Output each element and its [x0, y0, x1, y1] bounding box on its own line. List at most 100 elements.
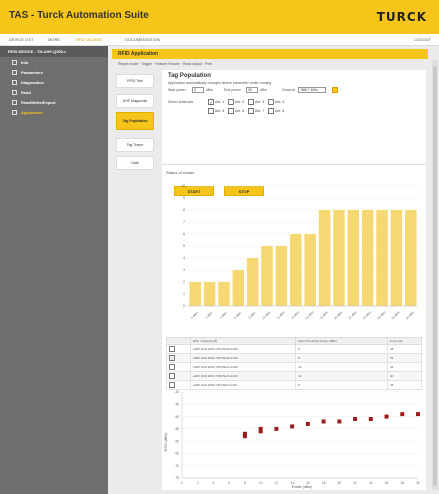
bar: [304, 234, 316, 306]
y-tick-label: 3: [183, 268, 185, 272]
antenna-6-checkbox[interactable]: [228, 108, 234, 114]
count-cell: 48: [386, 344, 423, 354]
antenna-3-label: Ant. 3: [255, 100, 265, 104]
bar: [318, 210, 331, 306]
data-point: [274, 426, 279, 431]
antenna-5-label: Ant. 5: [215, 109, 225, 113]
antenna-8-checkbox[interactable]: [268, 108, 274, 114]
tab-tag-population[interactable]: Tag Population: [116, 112, 154, 130]
x-tick-label: 4: [213, 481, 215, 485]
y-tick-label: 4: [183, 256, 185, 260]
tag-table: EPC / Antenna (#) Start Threshold Power …: [166, 337, 423, 390]
sidebar-item-label: Parameters: [21, 69, 43, 75]
tab-gate[interactable]: Gate: [116, 156, 154, 170]
table-header-threshold[interactable]: Start Threshold Power (dBm): [295, 337, 388, 345]
table-header-epc[interactable]: EPC / Antenna (#): [189, 337, 297, 345]
nav-more[interactable]: MORE: [48, 37, 60, 42]
scrollbar-thumb[interactable]: [433, 66, 437, 486]
start-power-input[interactable]: 0: [192, 87, 204, 93]
channel-select[interactable]: 865.7 MHz: [298, 87, 326, 93]
sidebar-item-read-write-export[interactable]: Read/Write/Export: [0, 97, 108, 107]
app-title: TAS - Turck Automation Suite: [9, 10, 149, 21]
app-header: TAS - Turck Automation Suite TURCK: [0, 0, 439, 34]
bar: [218, 282, 230, 306]
antenna-3-checkbox[interactable]: [248, 99, 254, 105]
y-tick-label: -55: [174, 427, 179, 431]
sidebar-item-diagnostics[interactable]: Diagnostics: [0, 77, 108, 87]
table-row[interactable]: e280 1130 2000 7203 5be0 Ant#1 10 44: [166, 362, 423, 372]
y-tick-label: 9: [183, 196, 185, 200]
main-header: RFID Application: [112, 49, 428, 59]
sidebar: RFID DEVICE - TN-UHF-Q300-L Info Paramet…: [0, 46, 108, 494]
row-checkbox[interactable]: [169, 373, 175, 379]
antenna-4-checkbox[interactable]: [268, 99, 274, 105]
table-row[interactable]: e280 1130 2000 7203 5bd0 Ant#1 8 48: [166, 344, 423, 354]
x-tick-label: 26 dBm: [376, 310, 386, 320]
x-tick-label: 26: [385, 481, 389, 485]
diagnostics-icon: [12, 79, 17, 85]
x-tick-label: 6 dBm: [233, 310, 242, 319]
vertical-scrollbar[interactable]: [432, 60, 438, 490]
logout-link[interactable]: LOGOUT: [414, 37, 431, 42]
sidebar-item-read[interactable]: Read: [0, 87, 108, 97]
sidebar-header: RFID DEVICE - TN-UHF-Q300-L: [0, 46, 108, 57]
table-header-count[interactable]: Count (#): [386, 337, 423, 345]
row-checkbox[interactable]: ✓: [169, 355, 175, 361]
end-power-input[interactable]: 30: [246, 87, 258, 93]
count-cell: 40: [386, 371, 423, 381]
tab-uhf-diagnostic[interactable]: UHF Diagnostic: [116, 94, 154, 108]
bar: [347, 210, 360, 306]
x-tick-label: 10: [259, 481, 263, 485]
x-tick-label: 16: [306, 481, 310, 485]
x-tick-label: 22: [353, 481, 357, 485]
scatter-xlabel: Power (dBm): [292, 485, 312, 489]
sidebar-item-info[interactable]: Info: [0, 57, 108, 67]
antenna-2-label: Ant. 2: [235, 100, 245, 104]
x-tick-label: 20 dBm: [333, 310, 343, 320]
y-tick-label: 10: [181, 184, 185, 188]
sidebar-item-application[interactable]: Application: [0, 107, 108, 117]
antenna-2-checkbox[interactable]: [228, 99, 234, 105]
antenna-7-checkbox[interactable]: [248, 108, 254, 114]
x-tick-label: 2: [197, 481, 199, 485]
read-icon: [12, 89, 17, 95]
y-tick-label: -60: [174, 439, 179, 443]
data-point: [290, 424, 295, 429]
sidebar-item-label: Read: [21, 89, 31, 95]
sidebar-item-parameters[interactable]: Parameters: [0, 67, 108, 77]
x-tick-label: 0: [181, 481, 183, 485]
antenna-1-checkbox[interactable]: ✓: [208, 99, 214, 105]
x-tick-label: 30: [416, 481, 420, 485]
table-header-select: [166, 337, 191, 345]
bar: [275, 246, 288, 306]
end-power-label: End power: [224, 88, 241, 92]
row-checkbox[interactable]: [169, 346, 175, 352]
bar: [405, 210, 417, 306]
end-power-unit: dBm: [260, 88, 268, 92]
bar: [376, 210, 388, 306]
x-tick-label: 16 dBm: [304, 310, 314, 320]
x-tick-label: 4 dBm: [219, 310, 228, 319]
row-checkbox[interactable]: [169, 364, 175, 370]
antenna-7-label: Ant. 7: [255, 109, 265, 113]
data-point: [321, 419, 326, 424]
data-point: [305, 421, 310, 426]
x-tick-label: 28 dBm: [391, 310, 401, 320]
x-tick-label: 14 dBm: [290, 310, 300, 320]
antenna-5-checkbox[interactable]: [208, 108, 214, 114]
table-header-row: EPC / Antenna (#) Start Threshold Power …: [166, 337, 423, 345]
y-tick-label: -65: [174, 452, 179, 456]
tab-rfid-test[interactable]: RFID Test: [116, 74, 154, 88]
nav-documentation[interactable]: DOCUMENTATION: [125, 37, 160, 42]
nav-device-list[interactable]: DEVICE LIST: [9, 37, 33, 42]
channel-label: Channel: [282, 88, 296, 92]
table-row[interactable]: ✓ e280 1130 2000 7203 5bd9 Ant#1 8 52: [166, 353, 423, 363]
breadcrumb[interactable]: Report mode · Trigger · Feature Reader ·…: [118, 62, 212, 66]
start-power-label: Start power: [168, 88, 186, 92]
nav-rfid-wizard[interactable]: RFID WIZARD: [76, 37, 102, 42]
x-tick-label: 20: [338, 481, 342, 485]
apply-icon[interactable]: [332, 87, 338, 93]
data-point: [242, 434, 247, 439]
table-row[interactable]: e280 1130 2000 7203 5be5 Ant#1 12 40: [166, 371, 423, 381]
tab-tag-tracer[interactable]: Tag Tracer: [116, 138, 154, 152]
